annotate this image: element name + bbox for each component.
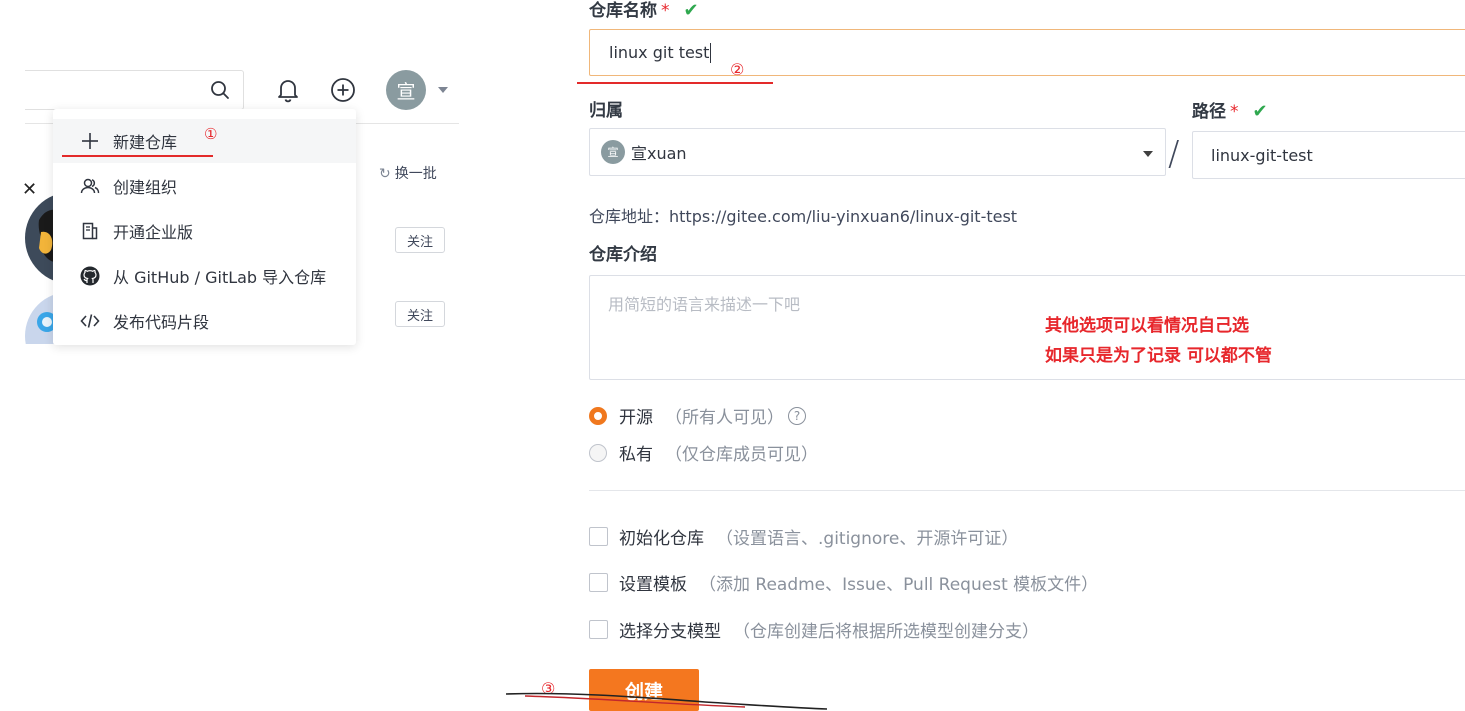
checkbox[interactable]	[589, 620, 608, 639]
user-avatar[interactable]: 宣	[386, 70, 426, 110]
checkbox[interactable]	[589, 527, 608, 546]
owner-label: 归属	[589, 101, 623, 121]
intro-label: 仓库介绍	[589, 245, 657, 265]
swap-batch-label: 换一批	[394, 166, 437, 182]
bell-icon[interactable]	[276, 77, 300, 103]
users-icon	[77, 177, 103, 195]
menu-item-enterprise[interactable]: 开通企业版	[53, 209, 356, 253]
owner-avatar: 宣	[601, 140, 625, 164]
visibility-private[interactable]: 私有 （仅仓库成员可见）	[589, 440, 818, 465]
menu-item-label: 创建组织	[113, 178, 178, 197]
annotation-underline	[62, 155, 213, 157]
check-icon: ✔	[683, 0, 699, 21]
checkbox[interactable]	[589, 573, 608, 592]
menu-item-create-org[interactable]: 创建组织	[53, 164, 356, 208]
repo-address: 仓库地址：https://gitee.com/liu-yinxuan6/linu…	[589, 207, 1018, 226]
option-branch-model[interactable]: 选择分支模型 （仓库创建后将根据所选模型创建分支）	[589, 617, 1039, 642]
visibility-public[interactable]: 开源 （所有人可见） ?	[589, 403, 806, 428]
path-separator: /	[1168, 134, 1180, 174]
option-template[interactable]: 设置模板 （添加 Readme、Issue、Pull Request 模板文件）	[589, 570, 1098, 595]
create-dropdown-menu: 新建仓库 创建组织 开通企业版 从 GitHub / GitLab 导入仓库 发…	[53, 109, 356, 345]
required-mark: *	[661, 1, 670, 21]
check-icon: ✔	[1252, 101, 1268, 122]
code-icon	[77, 313, 103, 329]
radio-unselected[interactable]	[589, 443, 607, 462]
chevron-down-icon[interactable]	[438, 87, 448, 93]
follow-button[interactable]: 关注	[395, 227, 445, 253]
menu-item-label: 开通企业版	[113, 223, 194, 242]
path-input[interactable]: linux-git-test	[1192, 131, 1465, 179]
intro-placeholder: 用简短的语言来描述一下吧	[608, 295, 801, 314]
owner-select[interactable]: 宣 宣xuan	[589, 128, 1166, 176]
menu-item-import-repo[interactable]: 从 GitHub / GitLab 导入仓库	[53, 254, 356, 298]
radio-selected[interactable]	[589, 406, 607, 425]
annotation-underline	[577, 82, 773, 84]
plus-circle-icon[interactable]	[330, 77, 356, 103]
annotation-step-2: ②	[730, 60, 745, 79]
menu-item-label: 发布代码片段	[113, 313, 210, 332]
repo-name-input[interactable]: linux git test	[589, 29, 1465, 76]
chevron-down-icon	[1143, 151, 1153, 157]
annotation-step-1: ①	[204, 125, 218, 143]
refresh-icon: ↻	[379, 166, 391, 182]
owner-value: 宣xuan	[631, 144, 687, 163]
follow-button[interactable]: 关注	[395, 301, 445, 327]
option-init-repo[interactable]: 初始化仓库 （设置语言、.gitignore、开源许可证）	[589, 524, 1018, 549]
swap-batch-button[interactable]: ↻ 换一批	[379, 164, 437, 184]
github-icon	[77, 266, 103, 286]
menu-item-label: 从 GitHub / GitLab 导入仓库	[113, 268, 327, 287]
building-icon	[77, 222, 103, 240]
search-icon[interactable]	[210, 80, 230, 100]
plus-icon	[77, 132, 103, 150]
annotation-note: 其他选项可以看情况自己选 如果只是为了记录 可以都不管	[1045, 316, 1272, 366]
required-mark: *	[1230, 102, 1239, 122]
section-divider	[589, 490, 1465, 491]
help-icon[interactable]: ?	[788, 406, 806, 425]
annotation-underline	[505, 692, 828, 710]
intro-textarea[interactable]: 用简短的语言来描述一下吧 其他选项可以看情况自己选 如果只是为了记录 可以都不管	[589, 275, 1465, 380]
path-label: 路径 * ✔	[1192, 101, 1268, 122]
menu-item-publish-snippet[interactable]: 发布代码片段	[53, 299, 356, 343]
menu-item-label: 新建仓库	[113, 133, 178, 152]
repo-name-label: 仓库名称 * ✔	[589, 0, 699, 21]
